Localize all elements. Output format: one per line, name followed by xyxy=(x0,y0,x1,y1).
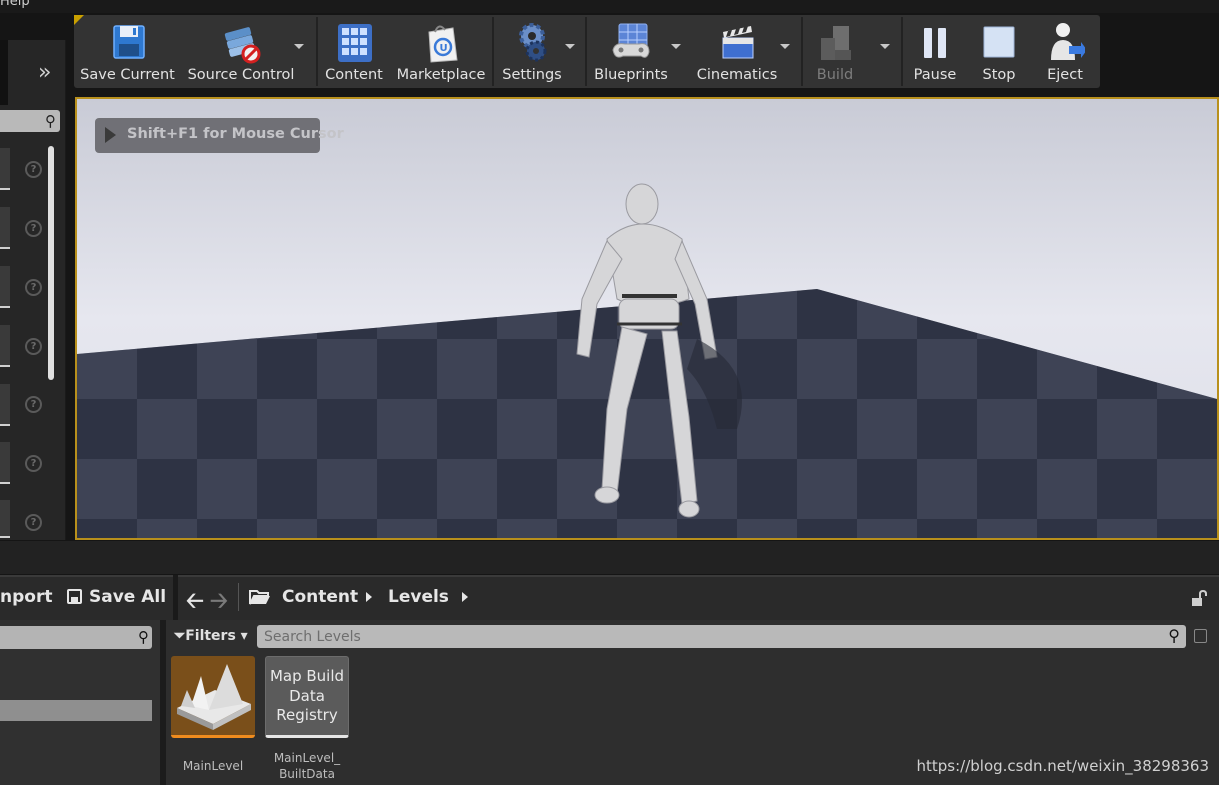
menu-bar: Help xyxy=(0,0,1219,13)
clapperboard-icon xyxy=(722,26,754,59)
left-panel-item[interactable] xyxy=(0,500,10,538)
cinematics-dropdown-caret[interactable] xyxy=(780,44,790,49)
left-panel-item[interactable] xyxy=(0,148,10,190)
menu-help[interactable]: Help xyxy=(0,0,30,9)
cinematics-button[interactable]: Cinematics xyxy=(692,15,782,88)
pause-icon xyxy=(924,28,946,58)
breadcrumb-levels[interactable]: Levels xyxy=(388,587,449,607)
source-control-dropdown-caret[interactable] xyxy=(294,44,304,49)
pause-button[interactable]: Pause xyxy=(906,15,964,88)
save-search-icon[interactable] xyxy=(1194,629,1207,643)
content-button[interactable]: Content xyxy=(322,15,386,88)
blueprints-icon xyxy=(612,23,650,58)
save-all-button[interactable]: Save All xyxy=(89,587,166,607)
search-icon: ⚲ xyxy=(45,112,56,130)
breadcrumb-content[interactable]: Content xyxy=(282,587,358,607)
save-all-disk-icon xyxy=(67,589,82,604)
watermark-url: https://blog.csdn.net/weixin_38298363 xyxy=(916,757,1209,775)
blueprints-dropdown-caret[interactable] xyxy=(671,44,681,49)
chevron-down-icon: ▾ xyxy=(235,628,248,644)
help-icon[interactable]: ? xyxy=(25,220,42,237)
search-icon: ⚲ xyxy=(1168,626,1180,645)
viewport-scene xyxy=(77,99,1217,538)
sources-selected-row[interactable] xyxy=(0,700,152,721)
asset-thumbnail: Map Build Data Registry xyxy=(265,656,349,738)
panel-gap xyxy=(0,541,1219,574)
eject-button[interactable]: Eject xyxy=(1034,15,1096,88)
help-icon[interactable]: ? xyxy=(25,161,42,178)
left-panel-item[interactable] xyxy=(0,207,10,249)
import-button[interactable]: nport xyxy=(0,587,52,607)
forward-arrow-icon[interactable]: 🡢 xyxy=(210,584,228,622)
source-control-icon xyxy=(224,27,261,64)
toolbar-separator xyxy=(801,17,803,86)
mouse-cursor-hint: Shift+F1 for Mouse Cursor xyxy=(95,118,344,153)
filters-button[interactable]: ⏷Filters ▾ xyxy=(174,628,248,644)
help-icon[interactable]: ? xyxy=(25,338,42,355)
breadcrumb-arrow-icon[interactable] xyxy=(366,592,372,602)
left-panel-item[interactable] xyxy=(0,384,10,426)
help-icon[interactable]: ? xyxy=(25,279,42,296)
stop-button[interactable]: Stop xyxy=(970,15,1028,88)
left-panel-tab[interactable] xyxy=(0,40,8,105)
unlock-icon[interactable] xyxy=(1191,590,1208,607)
help-icon[interactable]: ? xyxy=(25,396,42,413)
toolbar-separator xyxy=(585,17,587,86)
settings-dropdown-caret[interactable] xyxy=(565,44,575,49)
back-arrow-icon[interactable]: 🡠 xyxy=(186,584,204,622)
toolbar-divider xyxy=(173,575,178,620)
settings-gear-icon xyxy=(519,23,547,62)
build-blocks-icon xyxy=(821,26,851,60)
build-dropdown-caret[interactable] xyxy=(880,44,890,49)
svg-text:U: U xyxy=(440,43,448,54)
level-map-icon xyxy=(177,664,251,730)
left-panel-item[interactable] xyxy=(0,442,10,484)
left-panel-scrollbar[interactable] xyxy=(48,146,54,380)
nav-separator xyxy=(238,583,239,611)
breadcrumb-arrow-icon[interactable] xyxy=(462,592,468,602)
folder-open-icon xyxy=(249,590,270,605)
help-icon[interactable]: ? xyxy=(25,455,42,472)
content-browser-toolbar xyxy=(0,575,1219,620)
stop-icon xyxy=(983,26,1015,58)
asset-thumbnail xyxy=(171,656,255,738)
sources-search[interactable]: ⚲ xyxy=(0,626,152,649)
level-viewport[interactable] xyxy=(75,97,1219,540)
cursor-arrow-icon xyxy=(105,127,116,143)
blueprints-button[interactable]: Blueprints xyxy=(591,15,671,88)
search-levels-input[interactable] xyxy=(264,627,1144,646)
filter-funnel-icon: ⏷ xyxy=(174,628,186,644)
left-panel-item[interactable] xyxy=(0,325,10,367)
help-icon[interactable]: ? xyxy=(25,514,42,531)
search-icon: ⚲ xyxy=(138,628,149,646)
toolbar-separator xyxy=(316,17,318,86)
toolbar-separator xyxy=(901,17,903,86)
toolbar-separator xyxy=(492,17,494,86)
content-grid-icon xyxy=(338,24,372,62)
build-button[interactable]: Build xyxy=(806,15,864,88)
save-disk-icon xyxy=(112,25,145,59)
left-panel-search[interactable]: ⚲ xyxy=(0,110,60,132)
left-panel-item[interactable] xyxy=(0,266,10,308)
settings-button[interactable]: Settings xyxy=(498,15,566,88)
expand-chevron-icon[interactable]: » xyxy=(38,58,64,88)
eject-person-icon xyxy=(1051,23,1085,60)
save-current-button[interactable]: Save Current xyxy=(80,15,175,88)
marketplace-bag-icon: U xyxy=(428,25,458,63)
source-control-button[interactable]: Source Control xyxy=(186,15,296,88)
marketplace-button[interactable]: U Marketplace xyxy=(394,15,488,88)
search-levels-field[interactable]: ⚲ xyxy=(257,625,1186,648)
